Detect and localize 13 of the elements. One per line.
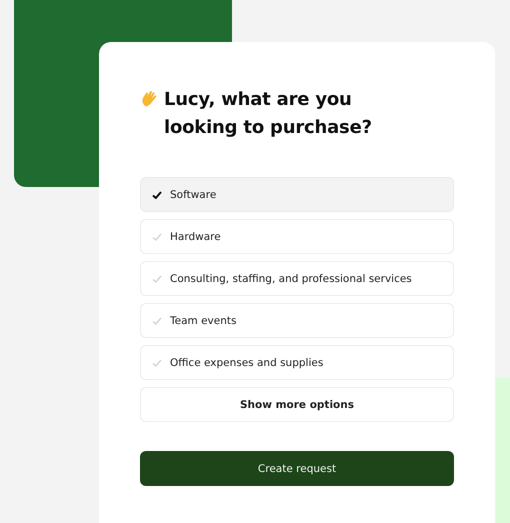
option-item[interactable]: Team events [140,303,454,338]
option-item[interactable]: Office expenses and supplies [140,345,454,380]
page-heading: Lucy, what are you looking to purchase? [164,88,373,140]
check-icon [152,358,162,366]
check-icon [152,190,162,198]
check-icon [152,274,162,282]
check-icon [152,316,162,324]
option-item[interactable]: Hardware [140,219,454,254]
option-item[interactable]: Software [140,177,454,212]
option-item[interactable]: Consulting, staffing, and professional services [140,261,454,296]
check-icon [152,232,162,240]
create-request-button[interactable]: Create request [140,451,454,486]
show-more-button[interactable]: Show more options [140,387,454,422]
